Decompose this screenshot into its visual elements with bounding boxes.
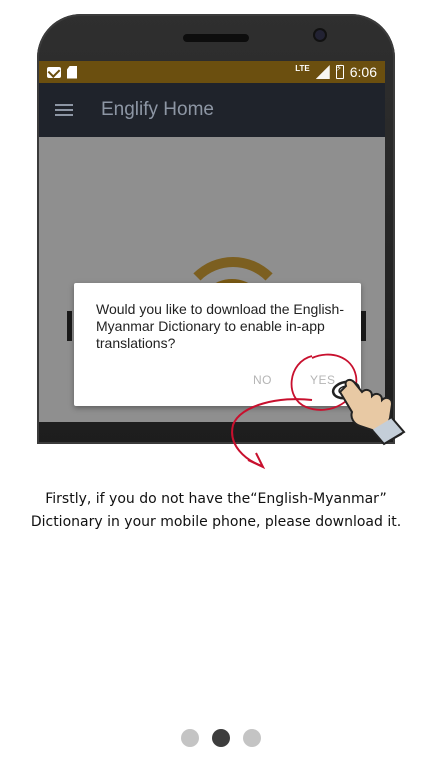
page-dot-1[interactable]	[181, 729, 199, 747]
caption-line-1: Firstly, if you do not have the“English-…	[45, 491, 387, 507]
phone-speaker	[183, 34, 249, 42]
background-bar-right	[361, 311, 366, 341]
gmail-icon	[47, 66, 61, 78]
pointer-arrowhead	[247, 452, 266, 470]
page-indicator	[181, 729, 261, 747]
instruction-caption: Firstly, if you do not have the“English-…	[0, 488, 432, 534]
status-time: 6:06	[349, 64, 377, 80]
tutorial-screen: LTE 6:06 Englify Home Would you like to …	[0, 0, 432, 768]
status-bar: LTE 6:06	[39, 61, 385, 83]
yes-button[interactable]: YES	[310, 373, 336, 387]
dialog-message: Would you like to download the English-M…	[96, 301, 345, 351]
hamburger-menu-icon[interactable]	[55, 103, 73, 117]
download-dialog: Would you like to download the English-M…	[74, 283, 361, 406]
app-bar: Englify Home	[39, 83, 385, 137]
battery-charging-icon	[335, 63, 344, 79]
no-button[interactable]: NO	[253, 373, 272, 387]
caption-line-2: Dictionary in your mobile phone, please …	[30, 514, 402, 530]
background-bar-left	[67, 311, 72, 341]
lte-label: LTE	[295, 63, 310, 73]
sd-card-icon	[67, 65, 77, 79]
app-title: Englify Home	[101, 99, 214, 120]
page-dot-2-active[interactable]	[212, 729, 230, 747]
page-dot-3[interactable]	[243, 729, 261, 747]
phone-camera	[315, 30, 325, 40]
signal-icon	[315, 65, 330, 79]
